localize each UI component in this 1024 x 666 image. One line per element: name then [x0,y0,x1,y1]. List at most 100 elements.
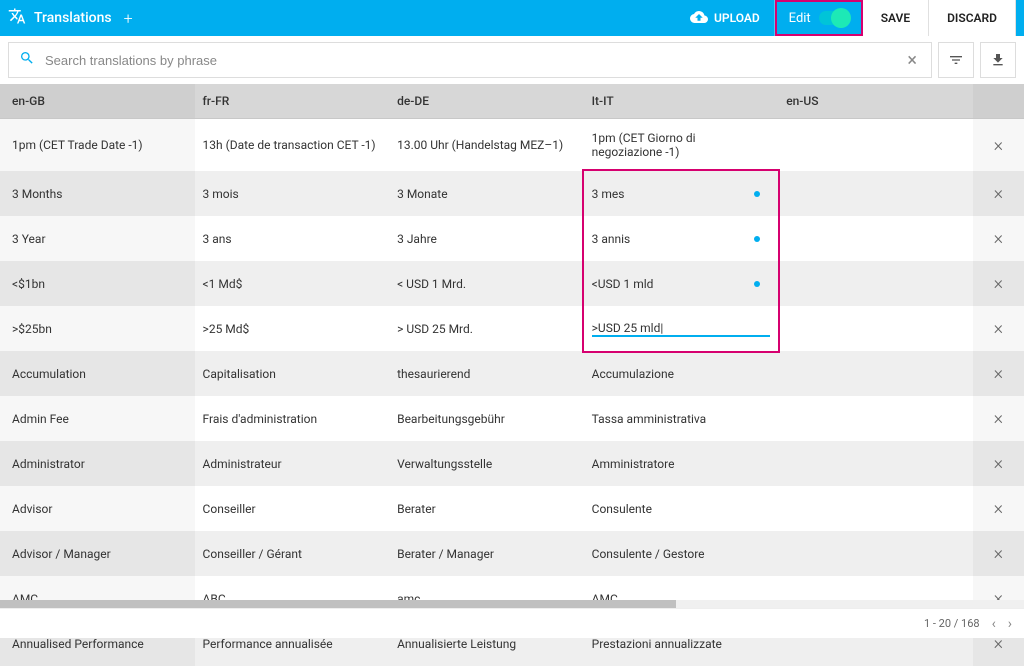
pending-dot-icon [754,236,760,242]
table-row: AccumulationCapitalisationthesaurierendA… [0,351,1024,396]
cell-it-it[interactable]: 3 mes [584,171,779,216]
cell-en-gb[interactable]: Advisor [0,486,195,531]
clear-icon[interactable]: × [903,50,921,71]
cell-en-us[interactable] [778,531,973,576]
cell-de-de[interactable]: Berater / Manager [389,531,584,576]
cell-en-us[interactable] [778,119,973,172]
cell-fr-fr[interactable]: <1 Md$ [195,261,390,306]
cell-fr-fr[interactable]: Administrateur [195,441,390,486]
cell-en-us[interactable] [778,396,973,441]
prev-page-icon[interactable]: ‹ [992,616,996,632]
searchbar: × [0,36,1024,84]
delete-row-button[interactable]: × [973,306,1024,351]
cloud-upload-icon [690,8,708,29]
cell-de-de[interactable]: Verwaltungsstelle [389,441,584,486]
cell-en-us[interactable] [778,171,973,216]
delete-row-button[interactable]: × [973,531,1024,576]
cell-it-it[interactable]: Consulente / Gestore [584,531,779,576]
cell-fr-fr[interactable]: >25 Md$ [195,306,390,351]
next-page-icon[interactable]: › [1008,616,1012,632]
cell-it-it[interactable]: >USD 25 mld| [584,306,779,351]
cell-en-us[interactable] [778,486,973,531]
cell-it-it[interactable]: Amministratore [584,441,779,486]
cell-it-it[interactable]: Tassa amministrativa [584,396,779,441]
cell-fr-fr[interactable]: Conseiller [195,486,390,531]
delete-row-button[interactable]: × [973,396,1024,441]
cell-fr-fr[interactable]: Capitalisation [195,351,390,396]
cell-it-it[interactable]: 1pm (CET Giorno di negoziazione -1) [584,119,779,172]
cell-de-de[interactable]: Berater [389,486,584,531]
delete-row-button[interactable]: × [973,486,1024,531]
page-range: 1 - 20 / 168 [924,617,980,630]
cell-en-gb[interactable]: Administrator [0,441,195,486]
cell-en-gb[interactable]: Accumulation [0,351,195,396]
filter-button[interactable] [938,42,974,78]
cell-en-gb[interactable]: Admin Fee [0,396,195,441]
cell-en-us[interactable] [778,216,973,261]
filter-icon [948,52,964,68]
cell-de-de[interactable]: 13.00 Uhr (Handelstag MEZ–1) [389,119,584,172]
cell-en-us[interactable] [778,441,973,486]
cell-de-de[interactable]: thesaurierend [389,351,584,396]
column-it-it[interactable]: It-IT [584,84,779,119]
cell-en-us[interactable] [778,306,973,351]
cell-en-gb[interactable]: 1pm (CET Trade Date -1) [0,119,195,172]
close-icon: × [994,453,1003,474]
cell-en-gb[interactable]: 3 Year [0,216,195,261]
column-fr-fr[interactable]: fr-FR [195,84,390,119]
cell-fr-fr[interactable]: Conseiller / Gérant [195,531,390,576]
table-row: AdvisorConseillerBeraterConsulente × [0,486,1024,531]
discard-button[interactable]: DISCARD [929,0,1016,36]
edit-toggle-section[interactable]: Edit [775,0,863,36]
table-row: 3 Months3 mois3 Monate3 mes × [0,171,1024,216]
cell-en-gb[interactable]: >$25bn [0,306,195,351]
cell-it-it[interactable]: <USD 1 mld [584,261,779,306]
cell-it-it[interactable]: 3 annis [584,216,779,261]
horizontal-scrollbar[interactable] [0,600,1024,608]
cell-en-us[interactable] [778,261,973,306]
cell-de-de[interactable]: Bearbeitungsgebühr [389,396,584,441]
cell-de-de[interactable]: < USD 1 Mrd. [389,261,584,306]
delete-row-button[interactable]: × [973,171,1024,216]
column-de-de[interactable]: de-DE [389,84,584,119]
cell-en-gb[interactable]: 3 Months [0,171,195,216]
cell-en-us[interactable] [778,351,973,396]
cell-en-gb[interactable]: <$1bn [0,261,195,306]
add-icon[interactable]: + [124,9,133,28]
cell-en-gb[interactable]: Advisor / Manager [0,531,195,576]
save-button[interactable]: SAVE [863,0,929,36]
cell-it-it[interactable]: Consulente [584,486,779,531]
close-icon: × [994,273,1003,294]
upload-button[interactable]: UPLOAD [676,0,775,36]
search-input[interactable] [35,53,903,68]
column-en-us[interactable]: en-US [778,84,973,119]
table-row: Admin FeeFrais d'administrationBearbeitu… [0,396,1024,441]
download-button[interactable] [980,42,1016,78]
cell-fr-fr[interactable]: 13h (Date de transaction CET -1) [195,119,390,172]
cell-de-de[interactable]: 3 Monate [389,171,584,216]
close-icon: × [994,408,1003,429]
delete-row-button[interactable]: × [973,351,1024,396]
table-row: 1pm (CET Trade Date -1)13h (Date de tran… [0,119,1024,172]
cell-de-de[interactable]: 3 Jahre [389,216,584,261]
delete-row-button[interactable]: × [973,441,1024,486]
edit-toggle[interactable] [819,11,849,25]
page-title: Translations [34,10,112,26]
close-icon: × [994,228,1003,249]
column-en-gb[interactable]: en-GB [0,84,195,119]
delete-row-button[interactable]: × [973,216,1024,261]
close-icon: × [994,543,1003,564]
table-row: <$1bn<1 Md$< USD 1 Mrd.<USD 1 mld × [0,261,1024,306]
pagination-footer: 1 - 20 / 168 ‹ › [0,608,1024,638]
cell-it-it[interactable]: Accumulazione [584,351,779,396]
search-icon [19,50,35,70]
delete-row-button[interactable]: × [973,119,1024,172]
cell-de-de[interactable]: > USD 25 Mrd. [389,306,584,351]
cell-fr-fr[interactable]: 3 mois [195,171,390,216]
close-icon: × [994,183,1003,204]
column-actions [973,84,1024,119]
table-row: 3 Year3 ans3 Jahre3 annis × [0,216,1024,261]
cell-fr-fr[interactable]: Frais d'administration [195,396,390,441]
delete-row-button[interactable]: × [973,261,1024,306]
cell-fr-fr[interactable]: 3 ans [195,216,390,261]
